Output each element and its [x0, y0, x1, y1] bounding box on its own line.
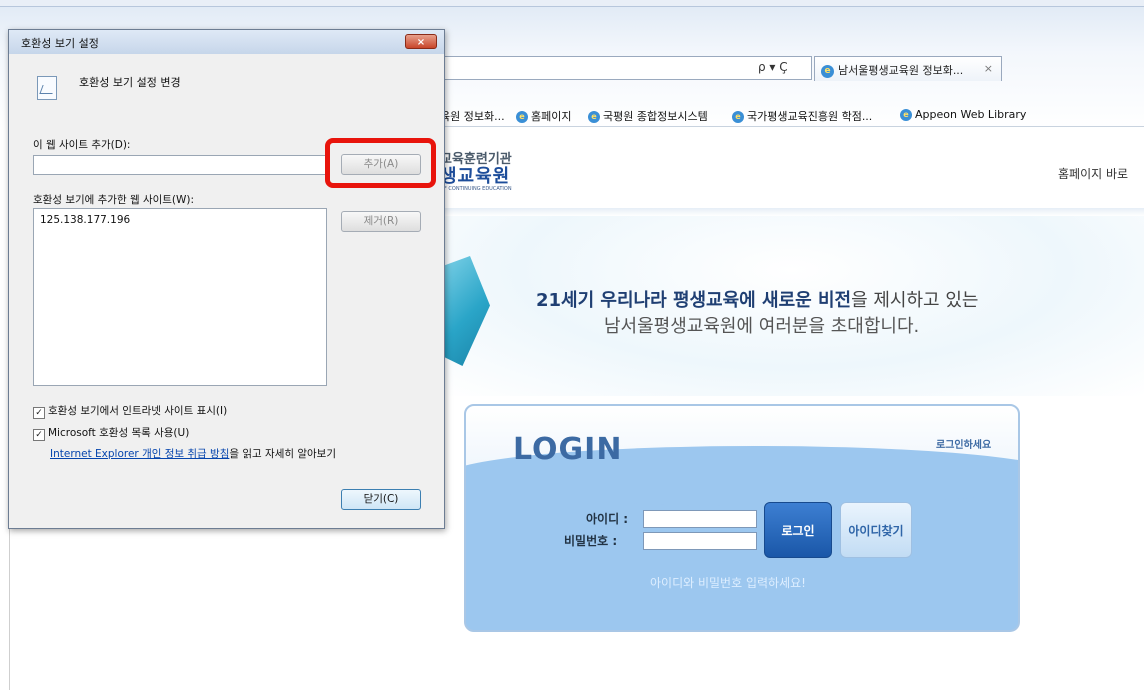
dialog-title: 호환성 보기 설정: [21, 37, 99, 50]
ie-icon: e: [821, 64, 834, 78]
login-title: LOGIN: [513, 432, 623, 467]
ie-icon: e: [732, 111, 744, 123]
password-label: 비밀번호 :: [564, 534, 618, 548]
ie-icon: e: [588, 111, 600, 123]
header-divider: [440, 208, 1144, 216]
remove-button[interactable]: 제거(R): [341, 211, 421, 232]
ms-list-checkbox-label: Microsoft 호환성 목록 사용(U): [48, 427, 190, 439]
hero-slogan-line1: 21세기 우리나라 평생교육에 새로운 비전을 제시하고 있는: [536, 290, 979, 311]
site-logo-line2[interactable]: 생교육원: [440, 162, 510, 188]
dialog-titlebar[interactable]: 호환성 보기 설정 ×: [9, 30, 444, 54]
find-id-button[interactable]: 아이디찾기: [840, 502, 912, 558]
browser-tab[interactable]: e 남서울평생교육원 정보화... ×: [814, 56, 1002, 81]
login-hint: 아이디와 비밀번호 입력하세요!: [650, 576, 806, 590]
add-site-input[interactable]: [33, 155, 327, 175]
tab-close-icon[interactable]: ×: [984, 62, 993, 75]
login-box: LOGIN 로그인하세요 아이디 : 비밀번호 : 로그인 아이디찾기 아이디와…: [464, 404, 1020, 632]
favorite-item[interactable]: 육원 정보화...: [440, 108, 505, 124]
intranet-checkbox[interactable]: ✓: [33, 407, 45, 419]
password-input[interactable]: [643, 532, 757, 550]
site-logo-line3: OF CONTINUING EDUCATION: [440, 186, 512, 192]
intranet-checkbox-label: 호환성 보기에서 인트라넷 사이트 표시(I): [48, 405, 228, 417]
login-button[interactable]: 로그인: [764, 502, 832, 558]
favorite-item[interactable]: e 홈페이지: [516, 108, 571, 124]
id-input[interactable]: [643, 510, 757, 528]
site-list-label: 호환성 보기에 추가한 웹 사이트(W):: [33, 194, 195, 206]
privacy-line: Internet Explorer 개인 정보 취급 방침을 읽고 자세히 알아…: [50, 446, 336, 461]
tab-title: 남서울평생교육원 정보화...: [838, 64, 964, 77]
compat-view-dialog: 호환성 보기 설정 × 호환성 보기 설정 변경 이 웹 사이트 추가(D): …: [8, 29, 445, 529]
intranet-checkbox-row[interactable]: ✓ 호환성 보기에서 인트라넷 사이트 표시(I): [33, 403, 227, 419]
compat-view-icon: [37, 76, 57, 100]
site-list[interactable]: 125.138.177.196: [33, 208, 327, 386]
hero-slogan-line2: 남서울평생교육원에 여러분을 초대합니다.: [604, 316, 920, 337]
dialog-header: 호환성 보기 설정 변경: [79, 76, 181, 89]
favorite-item[interactable]: e Appeon Web Library: [900, 108, 1026, 121]
address-bar[interactable]: [440, 56, 812, 80]
site-list-item[interactable]: 125.138.177.196: [40, 214, 320, 226]
window-top-strip: [0, 0, 1144, 7]
ms-list-checkbox-row[interactable]: ✓ Microsoft 호환성 목록 사용(U): [33, 425, 189, 441]
add-button-highlight: [325, 138, 436, 188]
privacy-link[interactable]: Internet Explorer 개인 정보 취급 방침: [50, 448, 229, 460]
ie-icon: e: [516, 111, 528, 123]
id-label: 아이디 :: [586, 512, 629, 526]
favorites-bar: 육원 정보화... e 홈페이지 e 국평원 종합정보시스템 e 국가평생교육진흥원 …: [440, 104, 1144, 127]
favorite-item[interactable]: e 국평원 종합정보시스템: [588, 108, 708, 124]
address-search-refresh-icons[interactable]: ρ ▾ Ç: [758, 60, 788, 74]
home-link[interactable]: 홈페이지 바로: [1058, 165, 1128, 182]
login-subtitle: 로그인하세요: [936, 440, 992, 451]
ie-icon: e: [900, 109, 912, 121]
favorite-item[interactable]: e 국가평생교육진흥원 학점...: [732, 108, 872, 124]
dialog-close-icon[interactable]: ×: [405, 34, 437, 49]
add-site-label: 이 웹 사이트 추가(D):: [33, 139, 131, 151]
close-button[interactable]: 닫기(C): [341, 489, 421, 510]
ms-list-checkbox[interactable]: ✓: [33, 429, 45, 441]
privacy-suffix: 을 읽고 자세히 알아보기: [229, 448, 337, 460]
